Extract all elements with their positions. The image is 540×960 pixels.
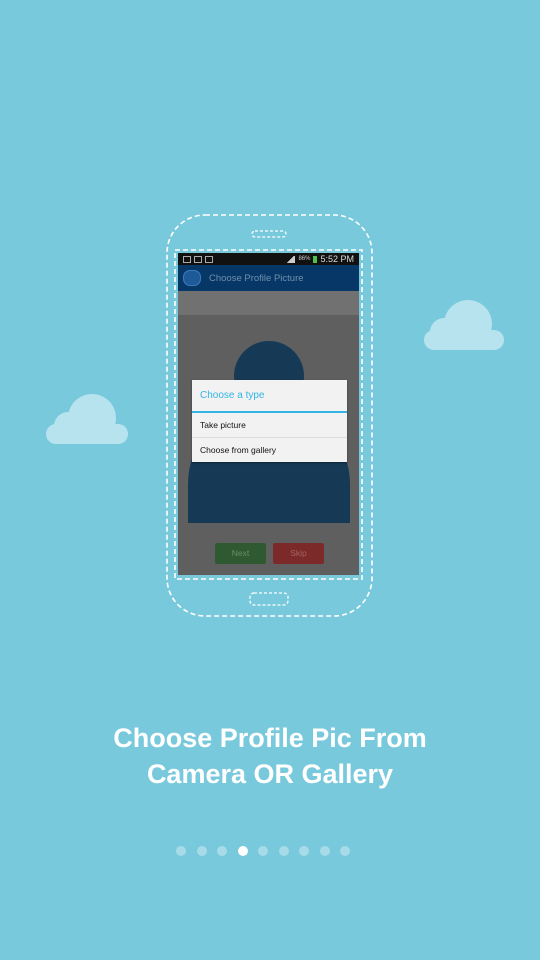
app-logo-icon	[183, 270, 201, 286]
caption-line-1: Choose Profile Pic From	[113, 723, 427, 753]
page-dot-8[interactable]	[319, 846, 330, 856]
page-dot-6[interactable]	[278, 846, 289, 856]
page-dot-1[interactable]	[176, 846, 186, 856]
usb-icon	[183, 255, 191, 263]
dialog-title: Choose a type	[192, 380, 347, 413]
status-bar: 86% 5:52 PM	[178, 253, 359, 265]
caption-line-2: Camera OR Gallery	[146, 759, 394, 789]
action-bar-title: Choose Profile Picture	[209, 272, 304, 284]
action-bar: Choose Profile Picture	[178, 265, 359, 291]
image-icon	[194, 255, 202, 263]
take-picture-option[interactable]: Take picture	[192, 413, 347, 438]
page-dot-3[interactable]	[217, 846, 227, 856]
onboarding-caption: Choose Profile Pic From Camera OR Galler…	[0, 720, 540, 792]
next-button[interactable]: Next	[215, 543, 266, 564]
page-dot-4[interactable]	[237, 846, 248, 856]
status-system-icons: 86% 5:52 PM	[286, 253, 354, 265]
status-time: 5:52 PM	[320, 254, 354, 264]
battery-percent: 86%	[298, 256, 311, 262]
page-dot-7[interactable]	[299, 846, 309, 856]
page-dot-5[interactable]	[258, 846, 268, 856]
content-header-band	[178, 291, 359, 315]
download-icon	[205, 255, 213, 263]
page-dot-2[interactable]	[196, 846, 207, 856]
choose-from-gallery-option[interactable]: Choose from gallery	[192, 438, 347, 462]
skip-button[interactable]: Skip	[273, 543, 324, 564]
battery-icon	[313, 255, 318, 263]
phone-screen: 86% 5:52 PM Choose Profile Picture Choos…	[178, 253, 359, 575]
status-notification-icons	[183, 253, 213, 265]
choose-type-dialog: Choose a type Take picture Choose from g…	[192, 380, 347, 462]
page-dot-9[interactable]	[340, 846, 350, 856]
signal-icon	[286, 255, 296, 263]
